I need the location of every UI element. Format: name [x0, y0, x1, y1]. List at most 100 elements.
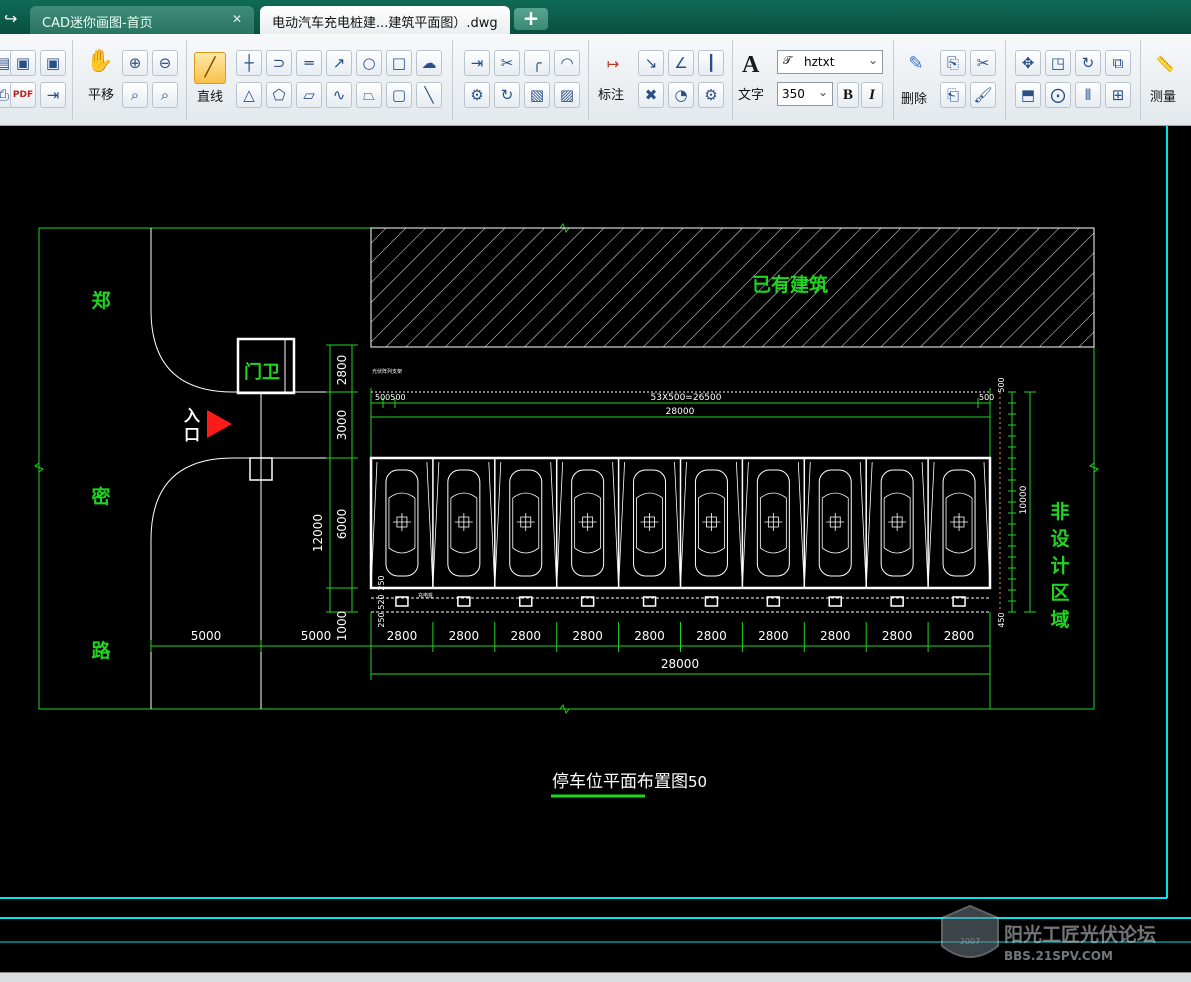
pan-hand-icon[interactable]: ✋ — [86, 50, 113, 76]
close-icon[interactable]: ✕ — [232, 12, 242, 26]
dim-text-250: 250 — [377, 612, 386, 627]
dim-text-bay: 2800 — [572, 629, 603, 643]
delete-label[interactable]: 删除 — [901, 88, 927, 107]
eraser-icon[interactable]: ✎ — [903, 52, 929, 78]
font-type-icon: 𝓣 — [783, 54, 792, 67]
separator — [588, 40, 589, 120]
back-arrow-icon[interactable]: ↪ — [4, 9, 17, 28]
scale-icon[interactable]: ◳ — [1045, 50, 1071, 76]
drawing-title-text: 停车位平面布置图 — [552, 772, 688, 792]
rectangle-icon[interactable]: □ — [386, 50, 412, 76]
dim-style-icon[interactable]: ⚙ — [698, 82, 724, 108]
measure-label[interactable]: 测量 — [1150, 86, 1176, 105]
zoom-in-icon[interactable]: ⊕ — [122, 50, 148, 76]
entrance-arrow-icon — [207, 410, 232, 438]
hatch-icon[interactable]: ▧ — [524, 82, 550, 108]
arc-polyline-icon[interactable]: ⊃ — [266, 50, 292, 76]
save-as-icon[interactable]: ▣ — [40, 50, 66, 76]
triangle-icon[interactable]: △ — [236, 82, 262, 108]
car-icon — [633, 469, 667, 577]
multiline-icon[interactable]: ═ — [296, 50, 322, 76]
fillet-icon[interactable]: ╭ — [524, 50, 550, 76]
add-tab-button[interactable]: + — [514, 8, 548, 30]
status-bar — [0, 972, 1191, 982]
dim-text-6000: 6000 — [335, 509, 349, 540]
revcloud-icon[interactable]: ☁ — [416, 50, 442, 76]
forum-watermark: 2007 阳光工匠光伏论坛 BBS.21SPV.COM — [941, 904, 1156, 963]
copy-icon[interactable]: ⎘ — [940, 50, 966, 76]
tab-home[interactable]: CAD迷你画图-首页 ✕ — [30, 6, 254, 34]
line-tool-icon[interactable]: ╱ — [194, 52, 226, 84]
chevron-down-icon: ⌄ — [817, 85, 828, 99]
extend-icon[interactable]: ⇥ — [464, 50, 490, 76]
text-tool-icon[interactable]: A — [742, 52, 759, 79]
array-icon[interactable]: ⧉ — [1105, 50, 1131, 76]
explode-icon[interactable]: ⊞ — [1105, 82, 1131, 108]
ray-icon[interactable]: ╲ — [416, 82, 442, 108]
dim-text-5000: 5000 — [301, 629, 332, 643]
line-label[interactable]: 直线 — [197, 86, 223, 105]
italic-button[interactable]: I — [861, 82, 883, 108]
dim-text-bay: 2800 — [944, 629, 975, 643]
car-icon — [447, 469, 481, 577]
dim-text-5000: 5000 — [191, 629, 222, 643]
arc-icon[interactable]: ◠ — [554, 50, 580, 76]
drawing-canvas[interactable]: 郑 密 路 门卫 入 口 已有建筑 12000 2800 3000 6000 1… — [0, 126, 1191, 972]
guard-house-label: 门卫 — [244, 361, 280, 383]
radius-dim-icon[interactable]: ◔ — [668, 82, 694, 108]
block-icon[interactable]: ⚙ — [464, 82, 490, 108]
mirror-icon[interactable]: ⫴ — [1075, 82, 1101, 108]
circle-icon[interactable]: ○ — [356, 50, 382, 76]
ordinate-dim-icon[interactable]: ✖ — [638, 82, 664, 108]
non-design-char: 区 — [1050, 582, 1069, 604]
stretch-icon[interactable]: ⬒ — [1015, 82, 1041, 108]
parallelogram-icon[interactable]: ▱ — [296, 82, 322, 108]
measure-ruler-icon[interactable]: 📏 — [1152, 52, 1178, 78]
continue-dim-icon[interactable]: ┃ — [698, 50, 724, 76]
font-select[interactable]: 𝓣 hztxt ⌄ — [777, 50, 883, 74]
zoom-out-icon[interactable]: ⊖ — [152, 50, 178, 76]
dim-text-bay: 2800 — [449, 629, 480, 643]
match-properties-icon[interactable]: 🖌 — [970, 82, 996, 108]
dimension-label[interactable]: 标注 — [598, 84, 624, 103]
aligned-dim-icon[interactable]: ↘ — [638, 50, 664, 76]
dimension-icon[interactable]: ↦ — [600, 52, 626, 78]
polygon-icon[interactable]: ⬠ — [266, 82, 292, 108]
pan-label[interactable]: 平移 — [88, 84, 114, 103]
insert-image-icon[interactable]: ▨ — [554, 82, 580, 108]
trapezoid-icon[interactable]: ⏢ — [356, 82, 382, 108]
dim-text-top-total: 28000 — [666, 407, 695, 417]
spline-polyline-icon[interactable]: ↗ — [326, 50, 352, 76]
zoom-previous-icon[interactable]: ⌕ — [152, 82, 178, 108]
text-label[interactable]: 文字 — [738, 84, 764, 103]
move-icon[interactable]: ✥ — [1015, 50, 1041, 76]
drawing-title: 停车位平面布置图50 — [552, 772, 707, 792]
dim-text-bay: 2800 — [758, 629, 789, 643]
bold-button[interactable]: B — [837, 82, 859, 108]
tab-drawing[interactable]: 电动汽车充电桩建...建筑平面图）.dwg — [260, 6, 510, 34]
cut-icon[interactable]: ✂ — [970, 50, 996, 76]
watermark-shield-icon — [941, 904, 999, 958]
offset-icon[interactable]: ⨀ — [1045, 82, 1071, 108]
rotate-icon[interactable]: ↻ — [1075, 50, 1101, 76]
separator — [732, 40, 733, 120]
spline-icon[interactable]: ∿ — [326, 82, 352, 108]
export-image-icon[interactable]: ⇥ — [40, 82, 66, 108]
export-pdf-icon[interactable]: PDF — [10, 82, 36, 108]
dim-text-modules: 53X500=26500 — [651, 393, 722, 403]
save-icon[interactable]: ▣ — [10, 50, 36, 76]
text-size-select[interactable]: 350 ⌄ — [777, 82, 833, 106]
dim-text-12000: 12000 — [311, 514, 325, 552]
paste-icon[interactable]: ⎗ — [940, 82, 966, 108]
dim-text-right-total: 10000 — [1019, 485, 1029, 514]
rounded-rect-icon[interactable]: ▢ — [386, 82, 412, 108]
rotate-3d-icon[interactable]: ↻ — [494, 82, 520, 108]
road-curb-bottom — [150, 457, 330, 709]
separator — [452, 40, 453, 120]
trim-icon[interactable]: ✂ — [494, 50, 520, 76]
tab-drawing-label: 电动汽车充电桩建...建筑平面图）.dwg — [272, 16, 498, 31]
polyline-icon[interactable]: ┼ — [236, 50, 262, 76]
zoom-window-icon[interactable]: ⌕ — [122, 82, 148, 108]
angular-dim-icon[interactable]: ∠ — [668, 50, 694, 76]
charger-label: 充电桩 — [418, 592, 433, 599]
